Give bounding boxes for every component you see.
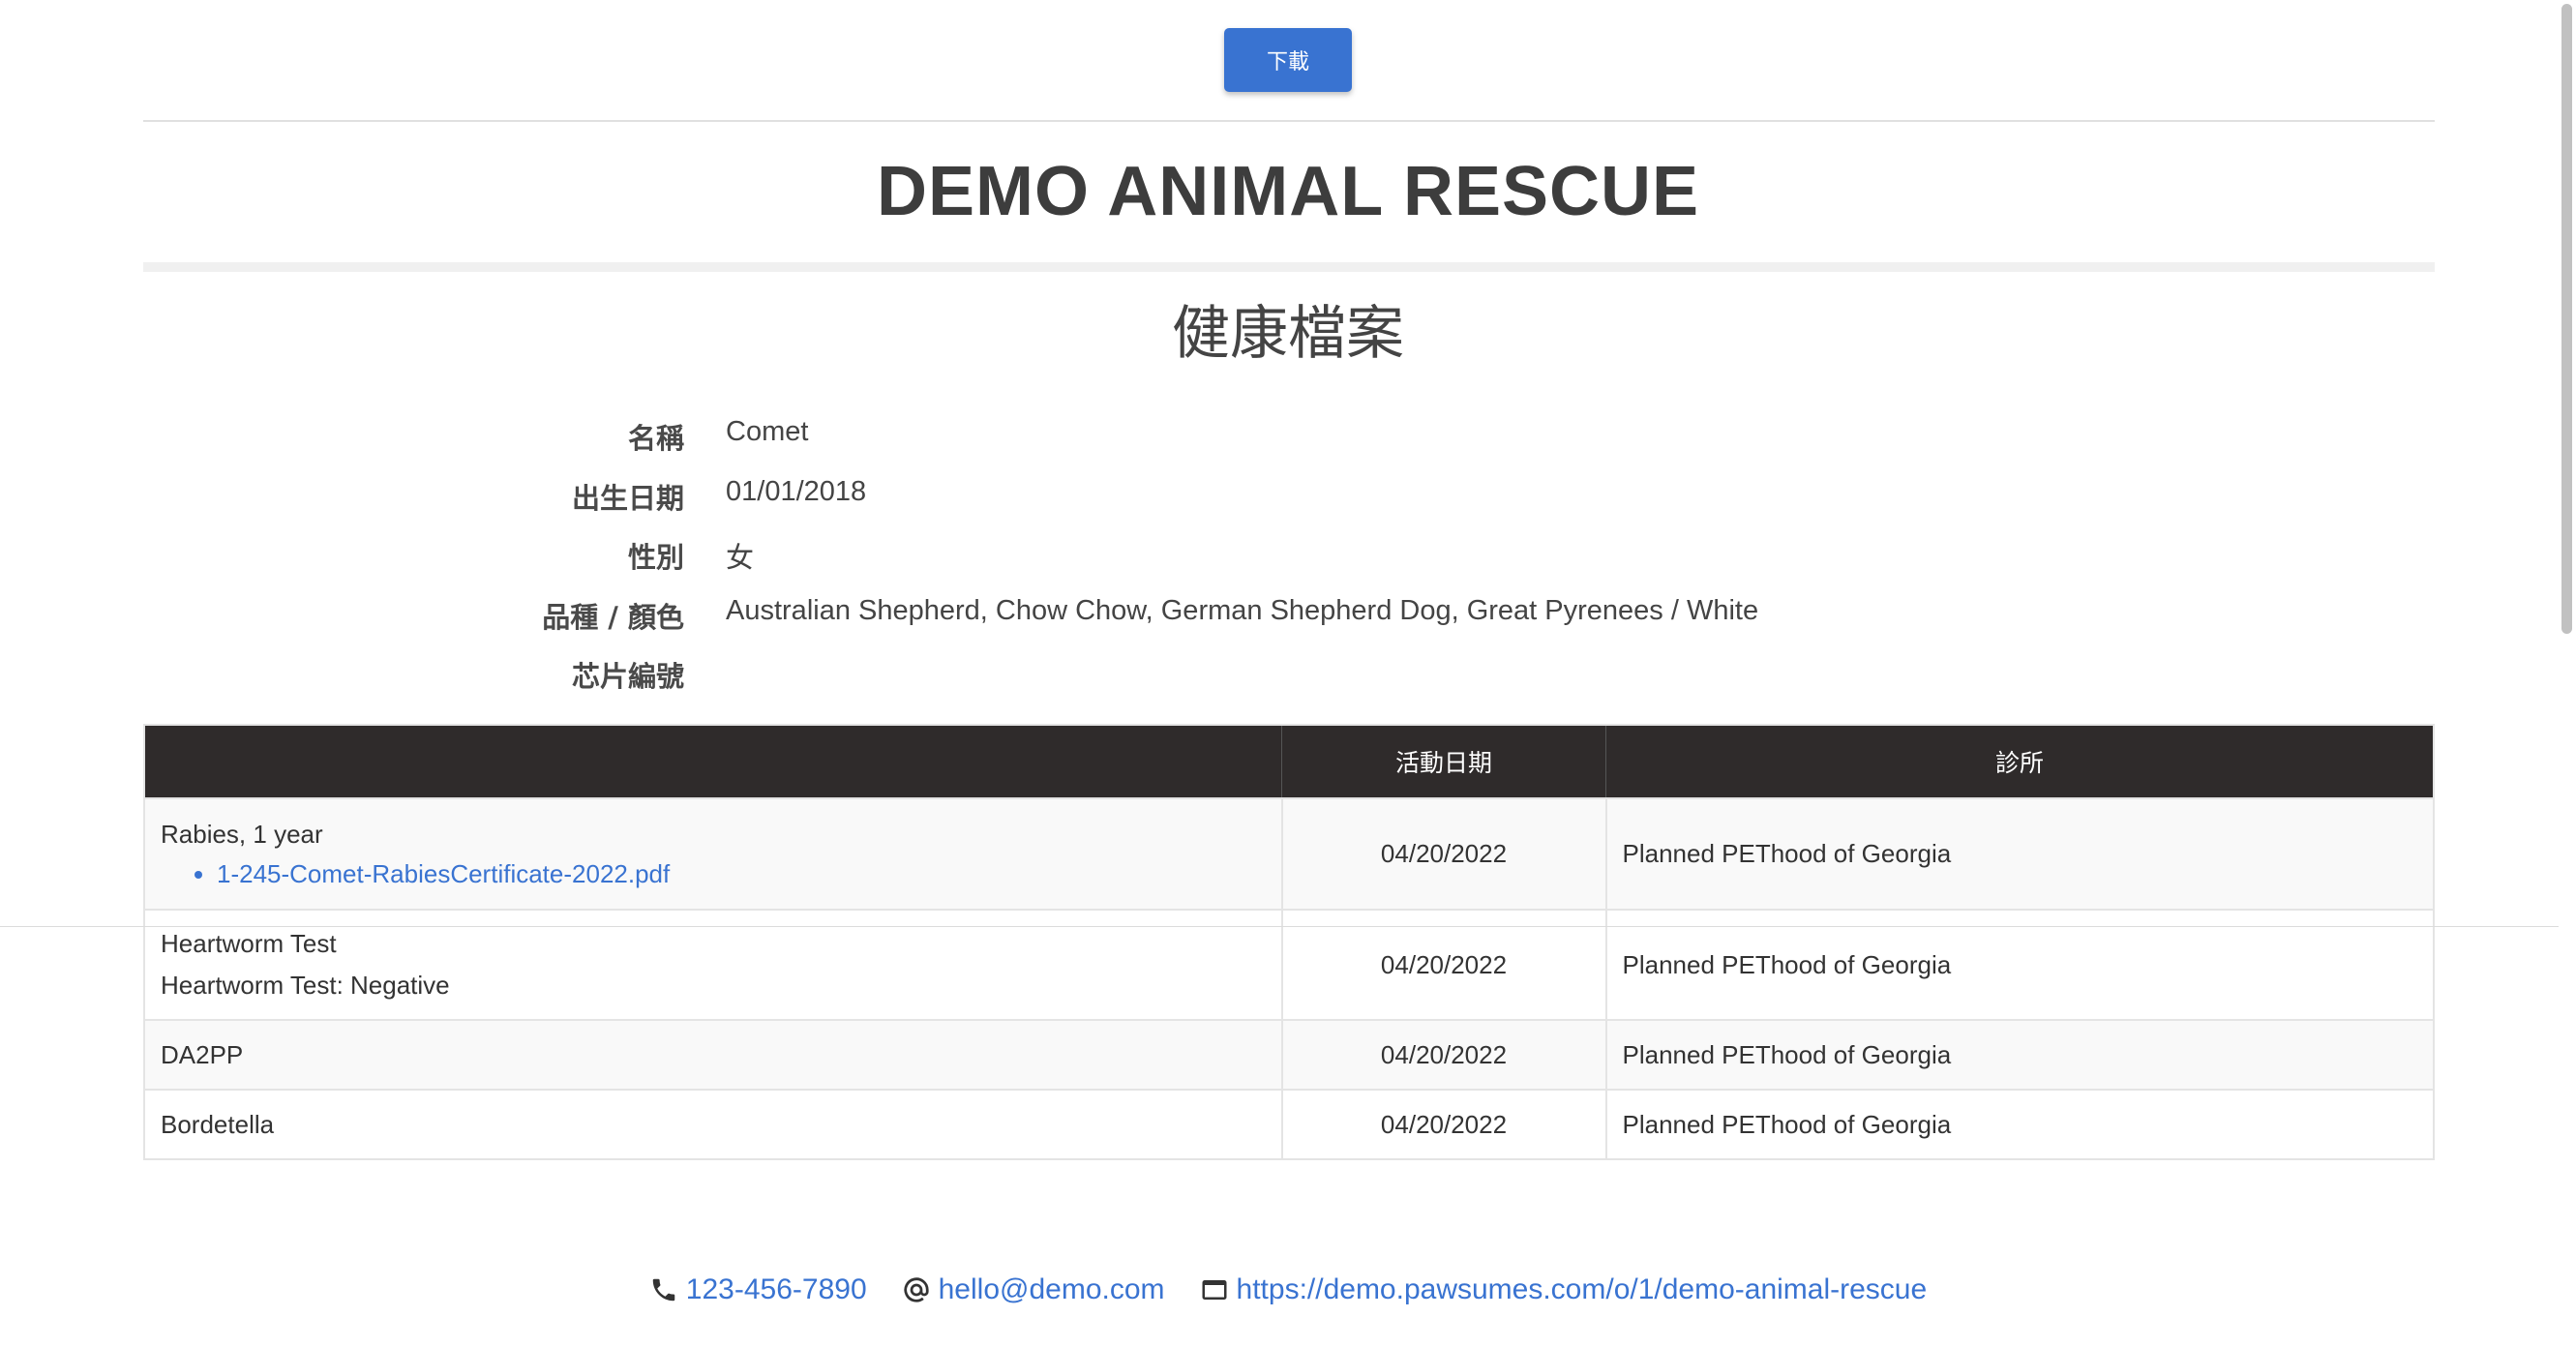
info-label: 品種 / 顏色	[542, 600, 684, 634]
record-date: 04/20/2022	[1280, 1089, 1606, 1159]
record-clinic: Planned PEThood of Georgia	[1604, 797, 2434, 910]
page-title: 健康檔案	[1172, 300, 1404, 368]
record-name: Bordetella	[161, 1109, 275, 1139]
info-label: 性別	[627, 541, 684, 574]
info-row-birthdate: 出生日期 01/01/2018	[143, 466, 2079, 526]
footer-phone: 123-456-7890	[649, 1273, 867, 1306]
info-row-microchip: 芯片編號	[143, 644, 2079, 704]
contact-footer: 123-456-7890 hello@demo.com https://demo…	[0, 1273, 2576, 1306]
record-clinic: Planned PEThood of Georgia	[1604, 1089, 2434, 1159]
record-date: 04/20/2022	[1280, 1019, 1606, 1090]
record-name-cell: DA2PP	[144, 1019, 1282, 1090]
footer-email: hello@demo.com	[902, 1273, 1165, 1306]
page-fold-divider	[0, 926, 2576, 927]
record-date: 04/20/2022	[1280, 797, 1606, 910]
info-value: Australian Shepherd, Chow Chow, German S…	[726, 594, 1759, 626]
record-name: Heartworm Test	[161, 929, 337, 958]
record-detail: Heartworm Test: Negative	[161, 971, 450, 1000]
phone-link[interactable]: 123-456-7890	[686, 1273, 867, 1306]
organization-name: DEMO ANIMAL RESCUE	[876, 153, 1700, 230]
column-header-date: 活動日期	[1281, 725, 1606, 798]
info-label: 出生日期	[571, 481, 684, 515]
pet-info-section: 名稱 Comet 出生日期 01/01/2018 性別 女 品種 / 顏色 Au…	[143, 406, 2079, 704]
record-name: Rabies, 1 year	[161, 819, 323, 849]
column-header-record	[144, 725, 1282, 798]
title-divider	[143, 262, 2435, 272]
info-label: 名稱	[627, 422, 684, 455]
attachment-list: 1-245-Comet-RabiesCertificate-2022.pdf	[161, 859, 1266, 889]
info-label: 芯片編號	[571, 660, 684, 693]
phone-icon	[649, 1275, 678, 1304]
table-row: DA2PP 04/20/2022 Planned PEThood of Geor…	[144, 1019, 2434, 1090]
record-clinic: Planned PEThood of Georgia	[1604, 1019, 2434, 1090]
info-value: 女	[726, 543, 755, 574]
info-row-breed-color: 品種 / 顏色 Australian Shepherd, Chow Chow, …	[143, 585, 2079, 645]
download-button[interactable]: 下載	[1224, 28, 1352, 92]
health-record-page: 下載 DEMO ANIMAL RESCUE 健康檔案 名稱 Comet 出生日期…	[0, 0, 2576, 1347]
attachment-item: 1-245-Comet-RabiesCertificate-2022.pdf	[217, 859, 1266, 889]
info-row-sex: 性別 女	[143, 525, 2079, 585]
attachment-link[interactable]: 1-245-Comet-RabiesCertificate-2022.pdf	[217, 859, 670, 888]
scrollbar-thumb[interactable]	[2561, 4, 2572, 634]
website-link[interactable]: https://demo.pawsumes.com/o/1/demo-anima…	[1237, 1273, 1928, 1306]
table-header-row: 活動日期 診所	[144, 725, 2434, 798]
column-header-clinic: 診所	[1605, 725, 2434, 798]
vertical-scrollbar[interactable]	[2559, 0, 2576, 1347]
record-name-cell: Bordetella	[144, 1089, 1282, 1159]
email-link[interactable]: hello@demo.com	[939, 1273, 1165, 1306]
browser-window-icon	[1200, 1275, 1229, 1304]
at-sign-icon	[902, 1275, 931, 1304]
record-name: DA2PP	[161, 1039, 244, 1069]
info-value: Comet	[726, 416, 809, 447]
footer-website: https://demo.pawsumes.com/o/1/demo-anima…	[1200, 1273, 1928, 1306]
record-name-cell: Rabies, 1 year 1-245-Comet-RabiesCertifi…	[144, 797, 1282, 910]
info-row-name: 名稱 Comet	[143, 406, 2079, 466]
table-row: Rabies, 1 year 1-245-Comet-RabiesCertifi…	[144, 797, 2434, 910]
header-divider	[143, 120, 2435, 122]
medical-records-table: 活動日期 診所 Rabies, 1 year 1-245-Comet-Rabie…	[143, 724, 2435, 1160]
info-value: 01/01/2018	[726, 475, 867, 507]
table-row: Bordetella 04/20/2022 Planned PEThood of…	[144, 1089, 2434, 1159]
